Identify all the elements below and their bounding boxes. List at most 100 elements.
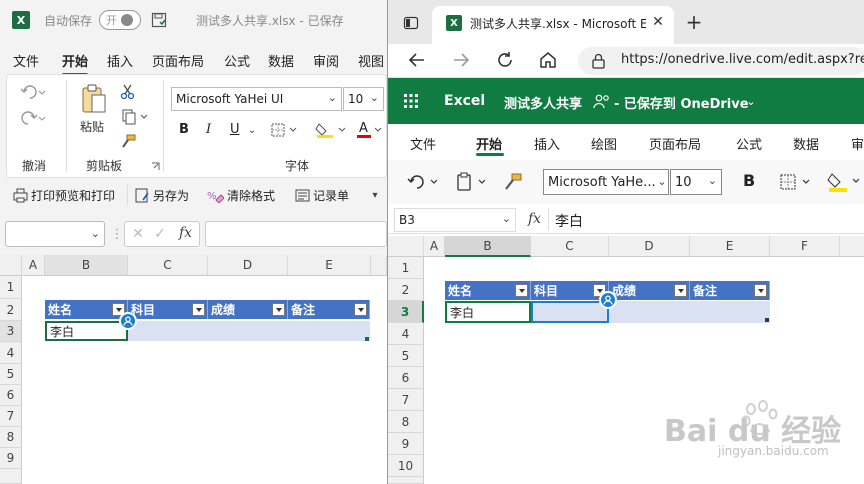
autosave-toggle[interactable]: 开 — [99, 10, 141, 30]
row-header[interactable]: 6 — [388, 367, 424, 389]
cut-icon[interactable] — [119, 83, 137, 101]
print-preview-icon[interactable] — [12, 187, 28, 203]
dialog-launcher-icon[interactable] — [150, 161, 160, 171]
tab-review[interactable]: 审 — [851, 134, 864, 153]
redo-icon[interactable] — [18, 108, 48, 128]
table-resize-handle[interactable] — [365, 337, 369, 341]
column-header[interactable]: D — [208, 255, 288, 276]
chevron-down-icon[interactable]: ⌄ — [745, 95, 757, 108]
form-button[interactable]: 记录单 — [313, 187, 349, 204]
format-painter-icon[interactable] — [119, 133, 137, 151]
tab-formulas[interactable]: 公式 — [736, 134, 762, 153]
undo-icon[interactable] — [404, 172, 444, 192]
clear-format-button[interactable]: 清除格式 — [227, 187, 275, 204]
row-header[interactable]: 8 — [0, 427, 22, 448]
row-header[interactable]: 5 — [0, 364, 22, 385]
fill-color-icon[interactable] — [313, 120, 349, 140]
save-as-button[interactable]: 另存为 — [153, 187, 189, 204]
tab-review[interactable]: 审阅 — [313, 51, 339, 70]
borders-icon[interactable] — [268, 121, 300, 139]
table-header-cell[interactable]: 科目 — [128, 300, 208, 319]
select-all-corner[interactable] — [388, 236, 424, 257]
save-icon[interactable] — [150, 11, 168, 29]
row-header[interactable]: 10 — [388, 455, 424, 477]
row-header[interactable]: 7 — [0, 406, 22, 427]
column-header[interactable]: A — [22, 255, 45, 276]
tab-home[interactable]: 开始 — [476, 134, 502, 153]
insert-function-button[interactable]: fx — [528, 211, 541, 227]
app-launcher-icon[interactable] — [402, 92, 420, 110]
row-header[interactable]: 9 — [0, 448, 22, 469]
coauthor-presence-icon[interactable] — [599, 291, 617, 309]
worksheet-grid[interactable]: A B C D E 1 2 3 4 5 6 7 8 9 姓名 科目 成绩 备注 … — [0, 255, 387, 484]
undo-icon[interactable] — [18, 82, 48, 102]
name-box[interactable]: B3 ⌄ — [394, 208, 516, 232]
close-tab-icon[interactable]: ✕ — [650, 14, 666, 30]
refresh-icon[interactable] — [494, 49, 516, 71]
chevron-down-icon[interactable]: ⌄ — [246, 124, 258, 136]
filter-dropdown-icon[interactable] — [515, 284, 528, 297]
column-header[interactable]: A — [424, 236, 445, 257]
fill-color-icon[interactable] — [826, 170, 862, 194]
tab-file[interactable]: 文件 — [13, 51, 39, 70]
forward-arrow-icon[interactable] — [450, 49, 472, 71]
row-header[interactable]: 1 — [0, 276, 22, 299]
tab-file[interactable]: 文件 — [410, 134, 436, 153]
new-tab-icon[interactable]: + — [684, 10, 704, 34]
tab-actions-icon[interactable] — [402, 14, 420, 32]
tab-page-layout[interactable]: 页面布局 — [649, 134, 701, 153]
format-painter-icon[interactable] — [502, 171, 524, 193]
font-name-select[interactable]: Microsoft YaHei UI ⌄ — [171, 87, 342, 111]
row-header[interactable]: 7 — [388, 389, 424, 411]
table-header-cell[interactable]: 姓名 — [45, 300, 128, 319]
filter-dropdown-icon[interactable] — [354, 303, 367, 316]
select-all-corner[interactable] — [0, 255, 22, 276]
copy-icon[interactable] — [119, 108, 151, 126]
column-header[interactable]: D — [609, 236, 690, 257]
form-icon[interactable] — [294, 187, 310, 203]
row-header[interactable]: 9 — [388, 433, 424, 455]
tab-data[interactable]: 数据 — [268, 51, 294, 70]
shared-people-icon[interactable] — [593, 93, 611, 109]
table-resize-handle[interactable] — [765, 318, 769, 322]
cancel-icon[interactable]: ✕ — [130, 226, 146, 242]
column-header[interactable]: B — [445, 236, 531, 257]
app-name[interactable]: Excel — [444, 93, 485, 109]
tab-formulas[interactable]: 公式 — [224, 51, 250, 70]
column-header[interactable]: F — [770, 236, 840, 257]
table-header-cell[interactable]: 备注 — [288, 300, 370, 319]
tab-home[interactable]: 开始 — [62, 51, 89, 76]
insert-function-button[interactable]: fx — [179, 225, 192, 241]
tab-data[interactable]: 数据 — [793, 134, 819, 153]
table-header-cell[interactable]: 备注 — [690, 281, 770, 300]
filter-dropdown-icon[interactable] — [272, 303, 285, 316]
paste-icon[interactable] — [78, 82, 110, 116]
customize-toolbar-chevron-icon[interactable]: ▾ — [369, 189, 381, 201]
table-header-cell[interactable]: 科目 — [531, 281, 609, 300]
formula-input[interactable] — [205, 221, 387, 247]
table-header-cell[interactable]: 成绩 — [208, 300, 288, 319]
bold-button[interactable]: B — [743, 171, 755, 190]
print-preview-button[interactable]: 打印预览和打印 — [31, 187, 115, 204]
row-header[interactable]: 5 — [388, 345, 424, 367]
row-header[interactable]: 8 — [388, 411, 424, 433]
underline-button[interactable]: U — [230, 122, 240, 137]
row-header[interactable]: 3 — [388, 301, 424, 323]
font-name-select[interactable]: Microsoft YaHe... — [543, 169, 669, 195]
tab-page-layout[interactable]: 页面布局 — [152, 51, 204, 70]
enter-check-icon[interactable]: ✓ — [152, 226, 168, 242]
save-as-icon[interactable] — [134, 187, 150, 203]
lock-icon[interactable] — [590, 52, 606, 70]
table-header-cell[interactable]: 成绩 — [609, 281, 690, 300]
bold-button[interactable]: B — [179, 122, 189, 137]
row-header[interactable]: 2 — [0, 299, 22, 321]
column-header[interactable] — [371, 255, 387, 276]
tab-draw[interactable]: 绘图 — [591, 134, 617, 153]
home-icon[interactable] — [537, 49, 559, 71]
row-header[interactable]: 3 — [0, 321, 22, 342]
row-header[interactable]: 1 — [388, 257, 424, 279]
table-header-cell[interactable]: 姓名 — [445, 281, 531, 300]
tab-view[interactable]: 视图 — [358, 51, 384, 70]
row-header[interactable]: 2 — [388, 279, 424, 301]
coauthor-presence-icon[interactable] — [119, 312, 137, 330]
